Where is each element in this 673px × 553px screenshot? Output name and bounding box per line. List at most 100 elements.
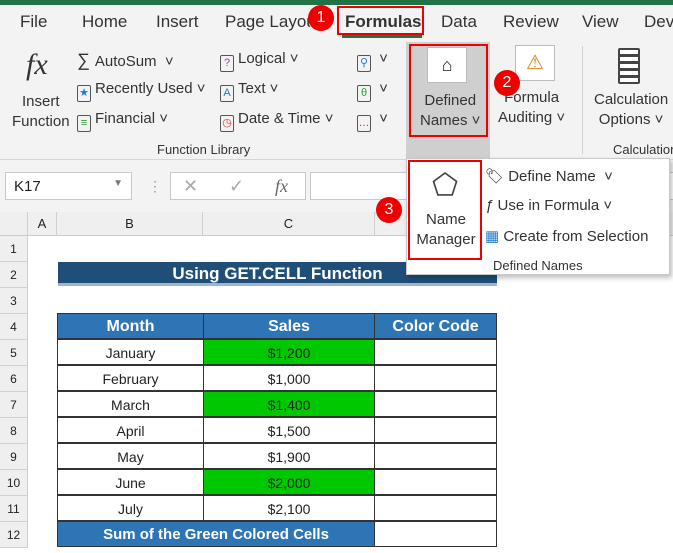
sum-value-cell[interactable] (374, 521, 497, 547)
highlight-formulas (337, 6, 424, 35)
financial-button[interactable]: ≡ Financial ˅ (77, 110, 168, 132)
label: Options ˅ (598, 111, 664, 128)
calculation-options-button[interactable]: Calculation Options ˅ (594, 90, 668, 130)
row-header[interactable]: 7 (0, 392, 28, 418)
insert-function-button[interactable]: Insert Function (12, 92, 70, 132)
highlight-name-manager (408, 160, 482, 260)
month-cell[interactable]: July (57, 495, 204, 521)
tag-icon: 🏷 (485, 168, 505, 185)
label: Use in Formula (497, 197, 600, 214)
row-header[interactable]: 5 (0, 340, 28, 366)
sales-cell[interactable]: $1,500 (203, 417, 375, 443)
label: Text (238, 80, 266, 97)
theta-icon: θ (357, 85, 371, 102)
month-cell[interactable]: January (57, 339, 204, 365)
formula-auditing-icon: ⚠ (515, 45, 555, 81)
color-code-cell[interactable] (374, 365, 497, 391)
group-defined-names: Defined Names (493, 258, 583, 273)
label: Function (12, 113, 70, 130)
label: Auditing ˅ (498, 109, 566, 126)
star-icon: ★ (77, 85, 91, 102)
row-header[interactable]: 2 (0, 262, 28, 288)
label: Create from Selection (503, 228, 649, 245)
label: Insert (22, 93, 60, 110)
lookup-button[interactable]: ⚲ ˅ (357, 50, 388, 72)
sum-label: Sum of the Green Colored Cells (57, 521, 375, 547)
label: Logical (238, 50, 286, 67)
row-header[interactable]: 1 (0, 236, 28, 262)
cancel-icon[interactable]: ✕ (183, 176, 198, 197)
sigma-icon: ∑ (77, 50, 95, 70)
highlight-defined-names (409, 44, 488, 137)
sales-cell[interactable]: $1,000 (203, 365, 375, 391)
row-header[interactable]: 3 (0, 288, 28, 314)
enter-icon[interactable]: ✓ (229, 176, 244, 197)
month-cell[interactable]: February (57, 365, 204, 391)
group-calculation: Calculation (613, 142, 673, 157)
tab-page-layout[interactable]: Page Layout (225, 12, 310, 32)
define-name-button[interactable]: 🏷 Define Name ˅ (485, 167, 613, 185)
tab-file[interactable]: File (20, 12, 47, 32)
calculator-icon (618, 48, 640, 84)
sales-cell[interactable]: $2,100 (203, 495, 375, 521)
table-header[interactable]: Color Code (374, 313, 497, 339)
tab-home[interactable]: Home (82, 12, 127, 32)
tab-review[interactable]: Review (503, 12, 559, 32)
tab-view[interactable]: View (582, 12, 619, 32)
name-box-value: K17 (14, 178, 41, 195)
row-header[interactable]: 6 (0, 366, 28, 392)
name-box[interactable]: K17 ▼ (5, 172, 132, 200)
math-trig-button[interactable]: θ ˅ (357, 80, 388, 102)
column-header-a[interactable]: A (28, 212, 57, 236)
month-cell[interactable]: June (57, 469, 204, 495)
drag-handle[interactable]: ⋮ (148, 178, 162, 195)
table-header[interactable]: Sales (203, 313, 375, 339)
chevron-down-icon: ▼ (113, 178, 123, 189)
sales-cell[interactable]: $1,900 (203, 443, 375, 469)
logical-button[interactable]: ? Logical ˅ (220, 50, 298, 72)
sales-cell[interactable]: $1,200 (203, 339, 375, 365)
row-header[interactable]: 10 (0, 470, 28, 496)
tab-data[interactable]: Data (441, 12, 477, 32)
label: Calculation (594, 91, 669, 108)
color-code-cell[interactable] (374, 495, 497, 521)
row-header[interactable]: 11 (0, 496, 28, 522)
month-cell[interactable]: May (57, 443, 204, 469)
more-functions-button[interactable]: … ˅ (357, 110, 388, 132)
label: Financial (95, 110, 156, 127)
row-header[interactable]: 9 (0, 444, 28, 470)
color-code-cell[interactable] (374, 339, 497, 365)
divider (582, 46, 583, 154)
table-header[interactable]: Month (57, 313, 204, 339)
recently-used-button[interactable]: ★ Recently Used ˅ (77, 80, 205, 102)
tab-developer[interactable]: Dev (644, 12, 673, 32)
row-header[interactable]: 4 (0, 314, 28, 340)
month-cell[interactable]: April (57, 417, 204, 443)
autosum-button[interactable]: ∑ AutoSum ˅ (77, 50, 174, 71)
logical-icon: ? (220, 55, 234, 72)
tab-insert[interactable]: Insert (156, 12, 199, 32)
step-badge-2: 2 (494, 70, 520, 96)
text-button[interactable]: A Text ˅ (220, 80, 278, 102)
more-icon: … (357, 115, 371, 132)
select-all[interactable] (0, 212, 28, 236)
color-code-cell[interactable] (374, 391, 497, 417)
row-header[interactable]: 8 (0, 418, 28, 444)
color-code-cell[interactable] (374, 469, 497, 495)
date-time-button[interactable]: ◷ Date & Time ˅ (220, 110, 333, 132)
color-code-cell[interactable] (374, 443, 497, 469)
insert-function-icon[interactable]: fx (275, 176, 288, 197)
label: AutoSum (94, 53, 157, 70)
create-from-selection-button[interactable]: ▦ Create from Selection (485, 227, 648, 245)
month-cell[interactable]: March (57, 391, 204, 417)
color-code-cell[interactable] (374, 417, 497, 443)
column-header-b[interactable]: B (57, 212, 203, 236)
formula-buttons: ✕ ✓ fx (170, 172, 306, 200)
label: Date & Time (238, 110, 321, 127)
tag-fx-icon: ƒ (485, 197, 494, 214)
sales-cell[interactable]: $2,000 (203, 469, 375, 495)
row-header[interactable]: 12 (0, 522, 28, 548)
column-header-c[interactable]: C (203, 212, 375, 236)
use-in-formula-button[interactable]: ƒ Use in Formula ˅ (485, 197, 612, 214)
sales-cell[interactable]: $1,400 (203, 391, 375, 417)
